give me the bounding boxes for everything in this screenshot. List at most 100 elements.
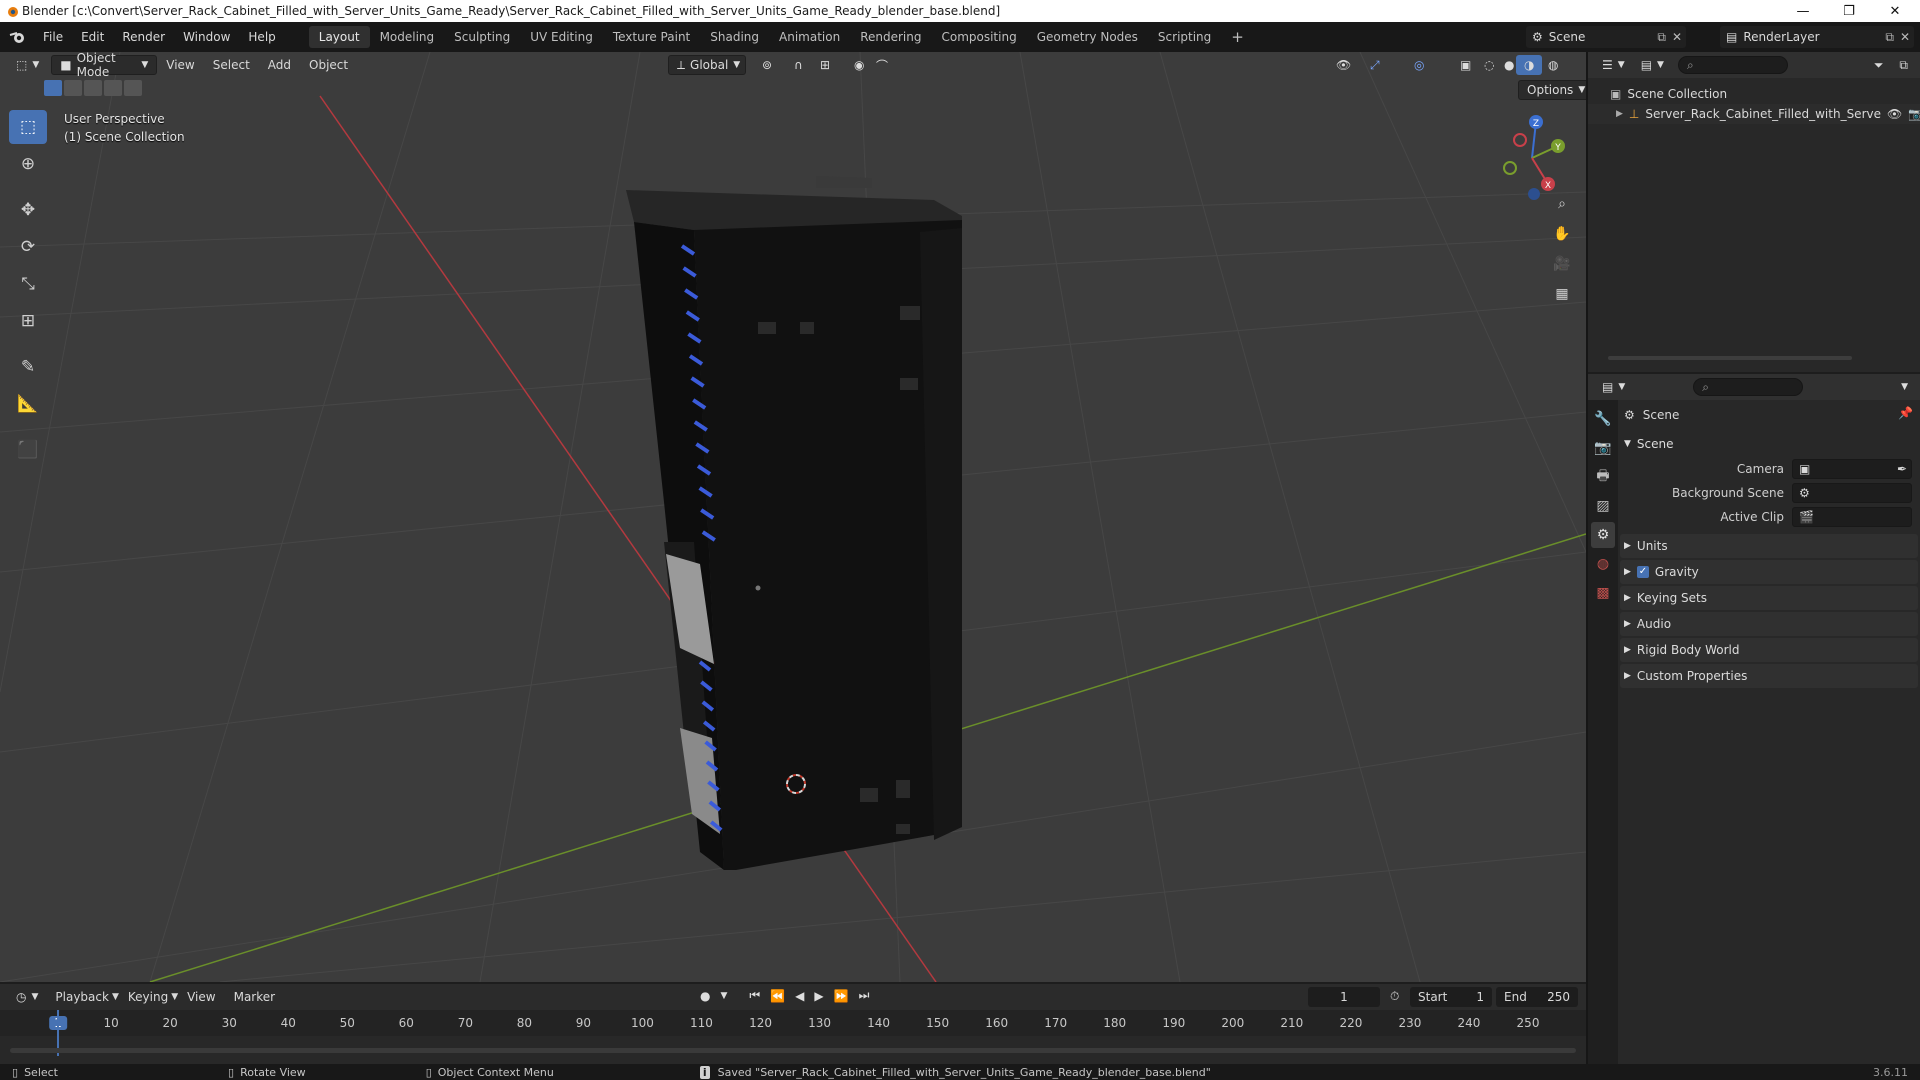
close-button[interactable]: ✕ xyxy=(1872,0,1918,22)
snap-toggle[interactable]: ∩ xyxy=(786,55,811,75)
shading-material-button[interactable]: ◑ xyxy=(1516,55,1543,75)
new-scene-icon[interactable]: ⧉ xyxy=(1657,30,1666,45)
measure-tool[interactable]: 📐 xyxy=(9,387,47,421)
view-layer-selector[interactable]: ▤ RenderLayer ⧉ ✕ xyxy=(1720,26,1914,48)
tab-animation[interactable]: Animation xyxy=(769,26,850,48)
annotate-tool[interactable]: ✎ xyxy=(9,350,47,384)
transform-tool[interactable]: ⊞ xyxy=(9,304,47,338)
tab-layout[interactable]: Layout xyxy=(308,26,370,48)
delete-scene-icon[interactable]: ✕ xyxy=(1672,30,1682,44)
tab-view-layer[interactable]: ▨ xyxy=(1591,493,1615,519)
editor-type-button[interactable]: ⬚ ▼ xyxy=(8,55,47,75)
record-icon[interactable]: ● xyxy=(700,989,710,1003)
play-icon[interactable]: ▶ xyxy=(814,989,823,1003)
cursor-tool[interactable]: ⊕ xyxy=(9,147,47,181)
shading-rendered-button[interactable]: ◍ xyxy=(1540,55,1566,75)
next-keyframe-icon[interactable]: ⏩ xyxy=(834,989,849,1003)
section-units[interactable]: ▶ Units xyxy=(1620,534,1918,558)
falloff-button[interactable]: ⌒ xyxy=(868,55,896,75)
tab-shading[interactable]: Shading xyxy=(700,26,769,48)
timeline-menu-keying[interactable]: Keying xyxy=(119,990,177,1004)
viewport-menu-add[interactable]: Add xyxy=(259,58,300,72)
new-view-layer-icon[interactable]: ⧉ xyxy=(1885,30,1894,45)
properties-search-input[interactable]: ⌕ xyxy=(1693,378,1804,396)
menu-edit[interactable]: Edit xyxy=(72,30,113,44)
section-rigid-body-world[interactable]: ▶ Rigid Body World xyxy=(1620,638,1918,662)
section-scene-header[interactable]: ▼ Scene xyxy=(1620,432,1918,456)
maximize-button[interactable]: ❐ xyxy=(1826,0,1872,22)
timeline-menu-playback[interactable]: Playback xyxy=(46,990,118,1004)
tab-geometry-nodes[interactable]: Geometry Nodes xyxy=(1027,26,1148,48)
move-tool[interactable]: ✥ xyxy=(9,193,47,227)
end-frame-field[interactable]: End 250 xyxy=(1496,987,1578,1007)
tab-uv-editing[interactable]: UV Editing xyxy=(520,26,603,48)
select-intersect-icon[interactable] xyxy=(124,80,142,96)
timeline-editor-type-button[interactable]: ◷ ▼ xyxy=(8,987,46,1007)
pan-button[interactable]: ✋ xyxy=(1548,220,1576,248)
select-extend-icon[interactable] xyxy=(64,80,82,96)
timeline-menu-marker[interactable]: Marker xyxy=(225,990,284,1004)
tab-world[interactable]: ◍ xyxy=(1591,551,1615,577)
timeline-ruler[interactable]: 1102030405060708090100110120130140150160… xyxy=(0,1010,1586,1036)
jump-start-icon[interactable]: ⏮ xyxy=(749,988,760,1003)
tab-texture-paint[interactable]: Texture Paint xyxy=(603,26,700,48)
gravity-checkbox[interactable]: ✓ xyxy=(1636,566,1649,578)
viewport-menu-select[interactable]: Select xyxy=(204,58,259,72)
zoom-button[interactable]: ⌕ xyxy=(1548,190,1576,218)
section-audio[interactable]: ▶ Audio xyxy=(1620,612,1918,636)
camera-view-button[interactable]: 🎥 xyxy=(1548,250,1576,278)
tab-tool[interactable]: 🔧 xyxy=(1591,406,1615,432)
outliner-object-row[interactable]: ▶ ⊥ Server_Rack_Cabinet_Filled_with_Serv… xyxy=(1588,104,1920,124)
tab-texture[interactable]: ▩ xyxy=(1591,580,1615,606)
transform-orientation-dropdown[interactable]: ⟂ Global ▼ xyxy=(668,55,746,75)
render-camera-icon[interactable]: 📷 xyxy=(1908,107,1920,121)
minimize-button[interactable]: — xyxy=(1780,0,1826,22)
tab-scripting[interactable]: Scripting xyxy=(1148,26,1221,48)
eyedropper-icon[interactable]: ✒ xyxy=(1897,462,1907,476)
snap-target-button[interactable]: ⊞ xyxy=(812,55,838,75)
select-new-icon[interactable] xyxy=(44,80,62,96)
scale-tool[interactable]: ⤡ xyxy=(9,267,47,301)
current-frame-field[interactable]: 1 xyxy=(1308,987,1380,1007)
rotate-tool[interactable]: ⟳ xyxy=(9,230,47,264)
section-gravity[interactable]: ▶ ✓ Gravity xyxy=(1620,560,1918,584)
filter-button[interactable]: ⏷ xyxy=(1866,55,1892,75)
menu-window[interactable]: Window xyxy=(174,30,239,44)
outliner-scrollbar[interactable] xyxy=(1608,356,1852,360)
viewport-menu-view[interactable]: View xyxy=(157,58,203,72)
tab-modeling[interactable]: Modeling xyxy=(370,26,445,48)
visibility-eye-icon[interactable]: 👁 xyxy=(1887,107,1902,121)
add-cube-tool[interactable]: ⬛ xyxy=(9,433,47,467)
stopwatch-icon[interactable]: ⏱ xyxy=(1390,989,1399,1004)
scene-selector[interactable]: ⚙ Scene ⧉ ✕ xyxy=(1526,26,1686,48)
visibility-dropdown[interactable]: 👁 xyxy=(1328,55,1359,75)
menu-file[interactable]: File xyxy=(34,30,72,44)
jump-end-icon[interactable]: ⏭ xyxy=(859,988,870,1003)
select-invert-icon[interactable] xyxy=(104,80,122,96)
object-mode-dropdown[interactable]: ■ Object Mode ▼ xyxy=(51,52,158,79)
select-subtract-icon[interactable] xyxy=(84,80,102,96)
start-frame-field[interactable]: Start 1 xyxy=(1410,987,1492,1007)
outliner-search-input[interactable]: ⌕ xyxy=(1677,56,1788,74)
gizmo-toggle[interactable]: ⤢ xyxy=(1362,55,1388,75)
tab-sculpting[interactable]: Sculpting xyxy=(444,26,520,48)
tab-output[interactable]: 🖶 xyxy=(1591,464,1615,490)
add-workspace-button[interactable]: + xyxy=(1221,26,1254,48)
prev-keyframe-icon[interactable]: ⏪ xyxy=(770,989,785,1003)
display-mode-button[interactable]: ▤ ▼ xyxy=(1633,55,1672,75)
perspective-toggle-button[interactable]: ▦ xyxy=(1548,280,1576,308)
blender-menu-icon[interactable] xyxy=(8,29,28,45)
overlays-toggle[interactable]: ◎ xyxy=(1406,55,1432,75)
tab-compositing[interactable]: Compositing xyxy=(931,26,1026,48)
outliner-editor-type-button[interactable]: ☰ ▼ xyxy=(1594,55,1633,75)
timeline-scrollbar[interactable] xyxy=(10,1048,1576,1053)
options-dropdown[interactable]: Options ▼ xyxy=(1518,80,1586,100)
menu-render[interactable]: Render xyxy=(113,30,174,44)
tab-render[interactable]: 📷 xyxy=(1591,435,1615,461)
expand-arrow-icon[interactable]: ▶ xyxy=(1616,109,1623,119)
pivot-point-button[interactable]: ⊚ xyxy=(754,55,780,75)
tab-scene[interactable]: ⚙ xyxy=(1591,522,1615,548)
select-box-tool[interactable]: ⬚ xyxy=(9,110,47,144)
properties-editor-type-button[interactable]: ▤ ▼ xyxy=(1594,377,1633,397)
camera-field[interactable]: ▣ ✒ xyxy=(1792,459,1912,479)
